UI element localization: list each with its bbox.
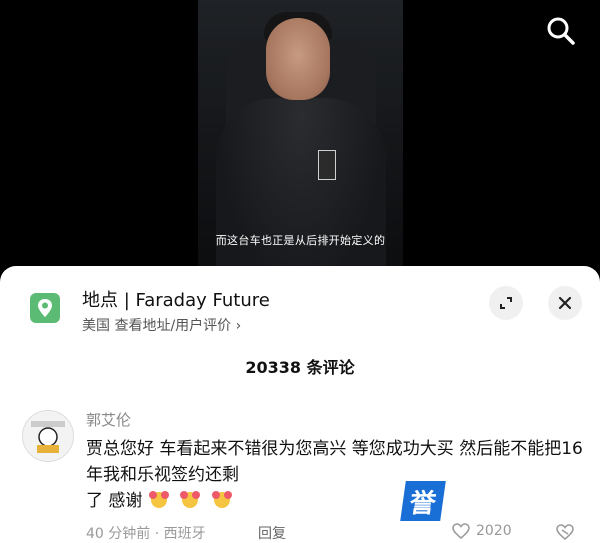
comment-meta: 40 分钟前 · 西班牙: [86, 526, 206, 542]
like-button[interactable]: 2020: [452, 523, 512, 539]
person-body: [216, 98, 386, 285]
emoji-icon: [211, 491, 232, 508]
watermark-text: 祥祥知识: [448, 488, 561, 521]
expand-icon: [500, 297, 512, 309]
expand-button[interactable]: [489, 286, 523, 320]
search-icon[interactable]: [544, 14, 578, 48]
person-head: [266, 18, 330, 100]
emoji-icon: [148, 491, 169, 508]
lanyard-badge: [318, 150, 336, 180]
comment-username[interactable]: 郭艾伦: [86, 409, 131, 430]
avatar[interactable]: [22, 410, 74, 462]
dislike-icon[interactable]: [556, 524, 574, 543]
close-button[interactable]: [548, 286, 582, 320]
video-caption: 而这台车也正是从后排开始定义的: [215, 234, 386, 247]
watermark-badge: 誉: [400, 481, 446, 521]
video-player[interactable]: 而这台车也正是从后排开始定义的: [0, 0, 600, 285]
emoji-icon: [180, 491, 201, 508]
video-frame: 而这台车也正是从后排开始定义的: [198, 0, 403, 285]
comment-body-end: 了 感谢: [86, 491, 143, 511]
close-icon: [558, 296, 572, 310]
location-pin-icon: [30, 293, 60, 323]
watermark-logo: 誉 祥祥知识: [400, 478, 589, 524]
location-title[interactable]: 地点 | Faraday Future: [82, 286, 270, 312]
like-count: 2020: [476, 523, 512, 539]
heart-icon: [452, 523, 470, 539]
location-subtitle-link[interactable]: 美国 查看地址/用户评价 ›: [82, 315, 241, 335]
comment-count: 20338 条评论: [245, 358, 355, 377]
reply-button[interactable]: 回复: [258, 523, 286, 543]
